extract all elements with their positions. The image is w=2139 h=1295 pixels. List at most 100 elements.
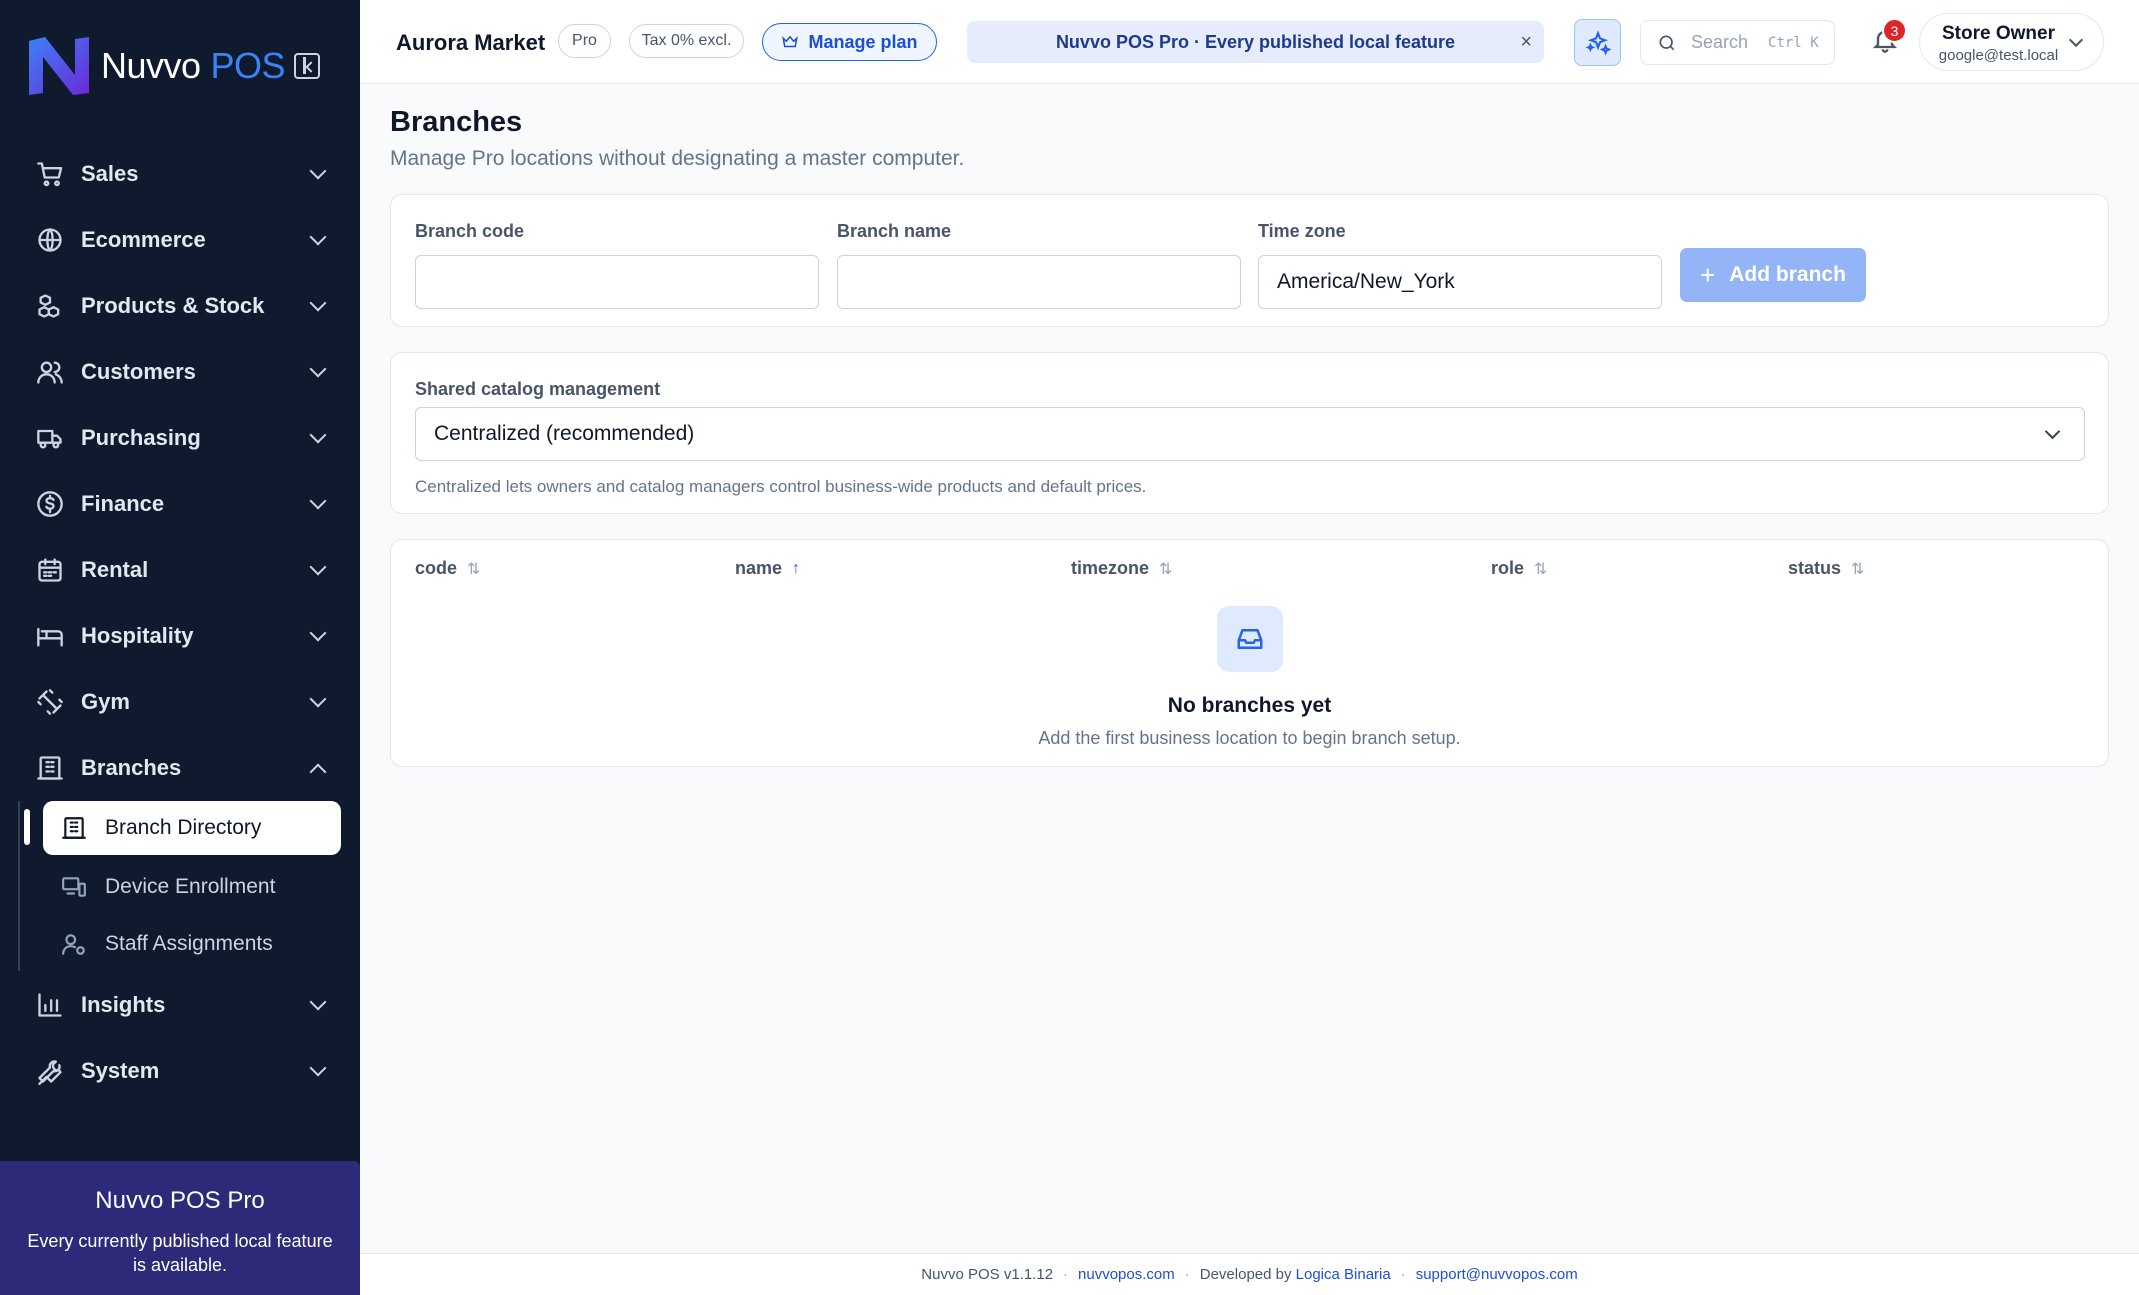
sidebar-item-system[interactable]: System	[0, 1038, 360, 1104]
column-label: timezone	[1071, 558, 1150, 578]
empty-state-title: No branches yet	[1167, 694, 1332, 717]
chevron-down-icon	[309, 360, 327, 378]
sidebar-item-finance[interactable]: Finance	[0, 471, 360, 537]
separator: ·	[1063, 1266, 1069, 1283]
sort-asc-icon: ↑	[792, 559, 801, 577]
column-header-name[interactable]: name ↑	[735, 558, 800, 579]
manage-plan-label: Manage plan	[808, 31, 918, 52]
column-header-role[interactable]: role ⇅	[1491, 558, 1547, 579]
sort-icon: ⇅	[1851, 560, 1865, 578]
sidebar-item-products[interactable]: Products & Stock	[0, 273, 360, 339]
column-header-timezone[interactable]: timezone ⇅	[1071, 558, 1172, 579]
branch-name-field: Branch name	[837, 221, 1241, 309]
sidebar-item-label: Device Enrollment	[105, 874, 276, 898]
chevron-up-icon	[309, 763, 327, 781]
sort-icon: ⇅	[1534, 560, 1548, 578]
site-link[interactable]: nuvvopos.com	[1078, 1266, 1175, 1283]
column-label: status	[1788, 558, 1842, 578]
chevron-down-icon	[309, 1059, 327, 1077]
sidebar: Nuvvo POS Sales Ecommerce Products & Stoc…	[0, 0, 360, 1295]
search-placeholder: Search	[1691, 32, 1749, 52]
catalog-select[interactable]: Centralized (recommended)	[415, 407, 2085, 461]
chevron-down-icon	[309, 993, 327, 1011]
plan-promo: Nuvvo POS Pro Every currently published …	[0, 1161, 360, 1295]
add-branch-button[interactable]: + Add branch	[1680, 248, 1866, 302]
sidebar-item-branches[interactable]: Branches	[0, 735, 360, 801]
user-email: google@test.local	[1938, 47, 2059, 64]
sidebar-item-customers[interactable]: Customers	[0, 339, 360, 405]
active-marker	[24, 809, 30, 845]
sidebar-item-rental[interactable]: Rental	[0, 537, 360, 603]
chevron-down-icon	[309, 690, 327, 708]
dollar-icon	[36, 490, 64, 518]
sidebar-item-branch-directory[interactable]: Branch Directory	[43, 801, 341, 855]
add-branch-label: Add branch	[1729, 263, 1846, 286]
devices-icon	[62, 876, 86, 897]
inbox-icon	[1217, 606, 1283, 672]
page-subtitle: Manage Pro locations without designating…	[390, 147, 965, 170]
ai-assistant-button[interactable]	[1574, 19, 1621, 66]
column-header-code[interactable]: code ⇅	[415, 558, 480, 579]
user-menu[interactable]: Store Owner google@test.local	[1919, 13, 2104, 71]
close-icon[interactable]: ×	[1520, 31, 1532, 54]
building-icon	[62, 817, 86, 839]
sidebar-item-device-enrollment[interactable]: Device Enrollment	[43, 858, 360, 915]
sidebar-item-staff-assignments[interactable]: Staff Assignments	[43, 915, 360, 972]
users-icon	[36, 358, 64, 386]
collapse-sidebar-icon[interactable]	[294, 53, 320, 79]
chevron-down-icon	[309, 228, 327, 246]
main-content: Branches Manage Pro locations without de…	[390, 84, 2109, 767]
chevron-down-icon	[309, 624, 327, 642]
branches-subnav: Branch Directory Device Enrollment Staff…	[0, 801, 360, 972]
sidebar-item-label: Products & Stock	[81, 293, 265, 318]
tax-badge[interactable]: Tax 0% excl.	[629, 24, 744, 58]
time-zone-label: Time zone	[1258, 221, 1346, 241]
chevron-down-icon	[309, 426, 327, 444]
developer-prefix: Developed by	[1199, 1266, 1292, 1283]
chart-icon	[36, 991, 64, 1019]
sidebar-item-insights[interactable]: Insights	[0, 972, 360, 1038]
chevron-down-icon	[309, 558, 327, 576]
globe-icon	[36, 226, 64, 254]
sidebar-nav: Sales Ecommerce Products & Stock Custome…	[0, 141, 360, 1104]
sparkles-icon	[1584, 29, 1611, 56]
sidebar-item-sales[interactable]: Sales	[0, 141, 360, 207]
sidebar-item-label: Insights	[81, 992, 166, 1017]
sidebar-item-label: Branch Directory	[105, 816, 262, 839]
branch-name-input[interactable]	[837, 255, 1241, 309]
sidebar-item-ecommerce[interactable]: Ecommerce	[0, 207, 360, 273]
user-cog-icon	[62, 933, 85, 955]
plan-banner: Nuvvo POS Pro · Every published local fe…	[967, 21, 1544, 63]
brand-logo[interactable]: Nuvvo POS	[25, 33, 286, 99]
separator: ·	[1184, 1266, 1190, 1283]
separator: ·	[1400, 1266, 1406, 1283]
sidebar-item-label: Hospitality	[81, 623, 194, 648]
search-shortcut: Ctrl K	[1768, 34, 1819, 51]
empty-state-desc: Add the first business location to begin…	[1038, 728, 1461, 748]
dumbbell-icon	[36, 688, 64, 716]
add-branch-form: Branch code Branch name Time zone Americ…	[390, 194, 2109, 327]
sidebar-item-gym[interactable]: Gym	[0, 669, 360, 735]
cart-icon	[36, 160, 64, 188]
manage-plan-button[interactable]: Manage plan	[762, 23, 937, 61]
search-input[interactable]: Search Ctrl K	[1640, 20, 1835, 65]
sort-icon: ⇅	[1159, 560, 1173, 578]
bed-icon	[36, 622, 64, 650]
branch-code-input[interactable]	[415, 255, 819, 309]
sidebar-item-hospitality[interactable]: Hospitality	[0, 603, 360, 669]
support-email-link[interactable]: support@nuvvopos.com	[1416, 1266, 1578, 1283]
subnav-line	[18, 801, 20, 971]
column-header-status[interactable]: status ⇅	[1788, 558, 1864, 579]
sidebar-item-purchasing[interactable]: Purchasing	[0, 405, 360, 471]
truck-icon	[36, 424, 64, 452]
user-name: Store Owner	[1942, 23, 2055, 44]
banner-text: Nuvvo POS Pro · Every published local fe…	[1055, 31, 1456, 52]
plus-icon: +	[1700, 259, 1716, 290]
notification-count: 3	[1882, 18, 1907, 43]
branch-name-label: Branch name	[837, 221, 952, 241]
column-label: name	[735, 558, 783, 578]
catalog-value: Centralized (recommended)	[434, 422, 695, 445]
column-label: role	[1491, 558, 1525, 578]
time-zone-input[interactable]: America/New_York	[1258, 255, 1662, 309]
developer-link[interactable]: Logica Binaria	[1296, 1266, 1391, 1283]
